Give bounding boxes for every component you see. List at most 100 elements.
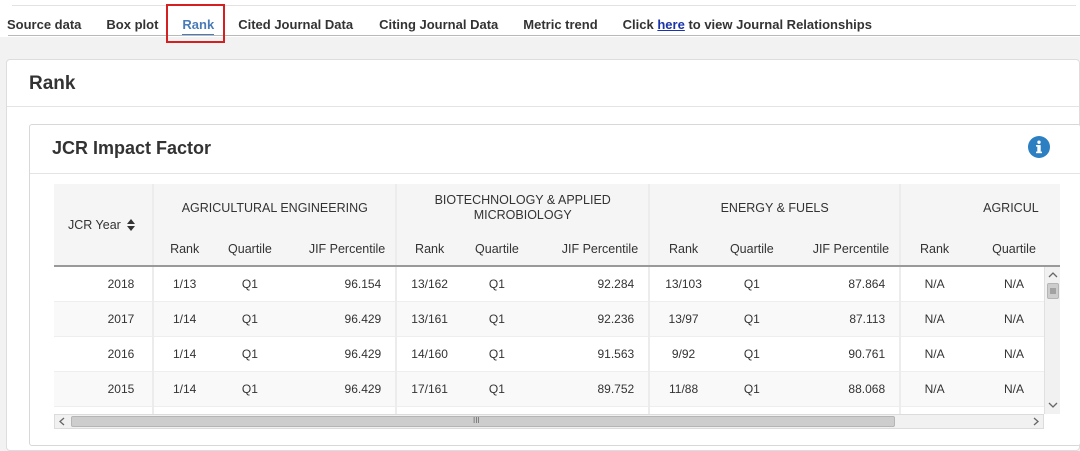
rank-panel-divider (7, 106, 1079, 107)
year-cell (54, 406, 154, 414)
scroll-up-arrow-icon[interactable] (1047, 269, 1059, 281)
year-cell: 2015 (54, 371, 154, 407)
rank-cell: 1/14 (152, 336, 216, 372)
rank-cell: 9/92 (648, 336, 717, 372)
journal-relationships-link[interactable]: here (657, 17, 684, 32)
group-header-agricul: AGRICUL (899, 184, 1060, 232)
column-header-jif-percentile: JIF Percentile (531, 232, 650, 267)
rank-panel: Rank JCR Impact Factor JCR Year AGRICULT… (6, 59, 1080, 451)
relationships-prefix: Click (622, 16, 658, 32)
quartile-cell: Q1 (462, 371, 532, 407)
year-cell: 2018 (54, 266, 154, 302)
tab-strip: Source data Box plot Rank Cited Journal … (0, 12, 872, 36)
quartile-cell: Q1 (215, 301, 285, 337)
rank-cell: N/A (899, 336, 969, 372)
scroll-grip-icon (1050, 288, 1056, 294)
table-row: 2018 1/13 Q1 96.154 13/162 Q1 92.284 13/… (54, 266, 1060, 302)
quartile-cell: Q1 (215, 336, 285, 372)
rank-cell: 1/14 (152, 301, 216, 337)
jcr-table-viewport[interactable]: JCR Year AGRICULTURAL ENGINEERING BIOTEC… (54, 184, 1060, 414)
rank-cell (395, 406, 463, 414)
rank-cell: 11/88 (648, 371, 717, 407)
vertical-scroll-thumb[interactable] (1047, 283, 1059, 299)
column-header-quartile: Quartile (968, 232, 1060, 267)
jcr-table-body: 2018 1/13 Q1 96.154 13/162 Q1 92.284 13/… (54, 266, 1060, 414)
column-header-quartile: Quartile (215, 232, 285, 267)
quartile-cell: Q1 (462, 301, 532, 337)
rank-tab-highlight-box (166, 4, 225, 43)
journal-relationships-text: Click here to view Journal Relationships (623, 17, 872, 32)
table-subheader-row: Rank Quartile JIF Percentile Rank Quarti… (54, 232, 1060, 267)
jif-percentile-cell: 92.284 (531, 266, 650, 302)
horizontal-scroll-thumb[interactable]: III (71, 416, 895, 427)
rank-cell (899, 406, 969, 414)
column-header-rank: Rank (152, 232, 216, 267)
jif-percentile-cell: 96.429 (284, 336, 397, 372)
scroll-left-arrow-icon[interactable] (57, 416, 68, 427)
quartile-cell: Q1 (716, 336, 787, 372)
info-icon[interactable] (1028, 136, 1050, 158)
tab-source-data[interactable]: Source data (7, 17, 81, 32)
quartile-cell: Q1 (462, 266, 532, 302)
top-navigation-bar: Source data Box plot Rank Cited Journal … (0, 0, 1080, 37)
jif-percentile-cell: 87.864 (786, 266, 901, 302)
tab-citing-journal-data[interactable]: Citing Journal Data (379, 17, 498, 32)
scroll-right-arrow-icon[interactable] (1030, 416, 1041, 427)
column-header-quartile: Quartile (716, 232, 787, 267)
jif-percentile-cell: 96.429 (284, 371, 397, 407)
quartile-cell: Q1 (716, 301, 787, 337)
rank-cell: 13/161 (395, 301, 463, 337)
relationships-suffix: to view Journal Relationships (684, 16, 872, 32)
column-header-rank: Rank (395, 232, 463, 267)
jif-percentile-cell: 90.761 (786, 336, 901, 372)
year-cell: 2017 (54, 301, 154, 337)
column-header-quartile: Quartile (462, 232, 532, 267)
quartile-cell (462, 406, 532, 414)
quartile-cell: Q1 (716, 266, 787, 302)
rank-cell: 17/161 (395, 371, 463, 407)
jif-percentile-cell: 92.236 (531, 301, 650, 337)
rank-cell (648, 406, 717, 414)
sort-updown-icon[interactable] (127, 219, 136, 232)
jcr-rank-table: JCR Year AGRICULTURAL ENGINEERING BIOTEC… (54, 184, 1060, 414)
tab-box-plot[interactable]: Box plot (106, 17, 158, 32)
rank-cell: 13/162 (395, 266, 463, 302)
scroll-down-arrow-icon[interactable] (1047, 399, 1059, 411)
table-row: 2017 1/14 Q1 96.429 13/161 Q1 92.236 13/… (54, 301, 1060, 337)
quartile-cell (215, 406, 285, 414)
group-header-biotechnology: BIOTECHNOLOGY & APPLIED MICROBIOLOGY (395, 184, 650, 232)
vertical-scrollbar[interactable] (1044, 267, 1060, 414)
quartile-cell: Q1 (215, 266, 285, 302)
rank-cell: N/A (899, 301, 969, 337)
rank-cell: 1/13 (152, 266, 216, 302)
rank-cell: 14/160 (395, 336, 463, 372)
rank-cell: 13/103 (648, 266, 717, 302)
rank-cell (152, 406, 216, 414)
quartile-cell: Q1 (462, 336, 532, 372)
tab-cited-journal-data[interactable]: Cited Journal Data (238, 17, 353, 32)
quartile-cell: Q1 (215, 371, 285, 407)
jif-percentile-cell: 89.752 (531, 371, 650, 407)
quartile-cell (716, 406, 787, 414)
jif-percentile-cell (531, 406, 650, 414)
column-header-jif-percentile: JIF Percentile (786, 232, 901, 267)
table-row (54, 406, 1060, 414)
year-cell: 2016 (54, 336, 154, 372)
group-header-energy-fuels: ENERGY & FUELS (648, 184, 901, 232)
jcr-impact-factor-card: JCR Impact Factor JCR Year AGRICULTURAL … (29, 124, 1080, 446)
table-group-header-row: JCR Year AGRICULTURAL ENGINEERING BIOTEC… (54, 184, 1060, 267)
rank-panel-title: Rank (29, 73, 76, 94)
scroll-grip-text: III (473, 416, 480, 425)
tab-metric-trend[interactable]: Metric trend (523, 17, 597, 32)
horizontal-scrollbar[interactable]: III (54, 414, 1044, 429)
jif-percentile-cell: 88.068 (786, 371, 901, 407)
rank-cell: 1/14 (152, 371, 216, 407)
jcr-card-title: JCR Impact Factor (52, 138, 212, 158)
jcr-year-header-label: JCR Year (68, 217, 121, 232)
quartile-cell: Q1 (716, 371, 787, 407)
rank-cell: 13/97 (648, 301, 717, 337)
jif-percentile-cell (786, 406, 901, 414)
group-header-agricultural-engineering: AGRICULTURAL ENGINEERING (152, 184, 397, 232)
jcr-year-header[interactable]: JCR Year (54, 184, 154, 267)
column-header-jif-percentile: JIF Percentile (284, 232, 397, 267)
